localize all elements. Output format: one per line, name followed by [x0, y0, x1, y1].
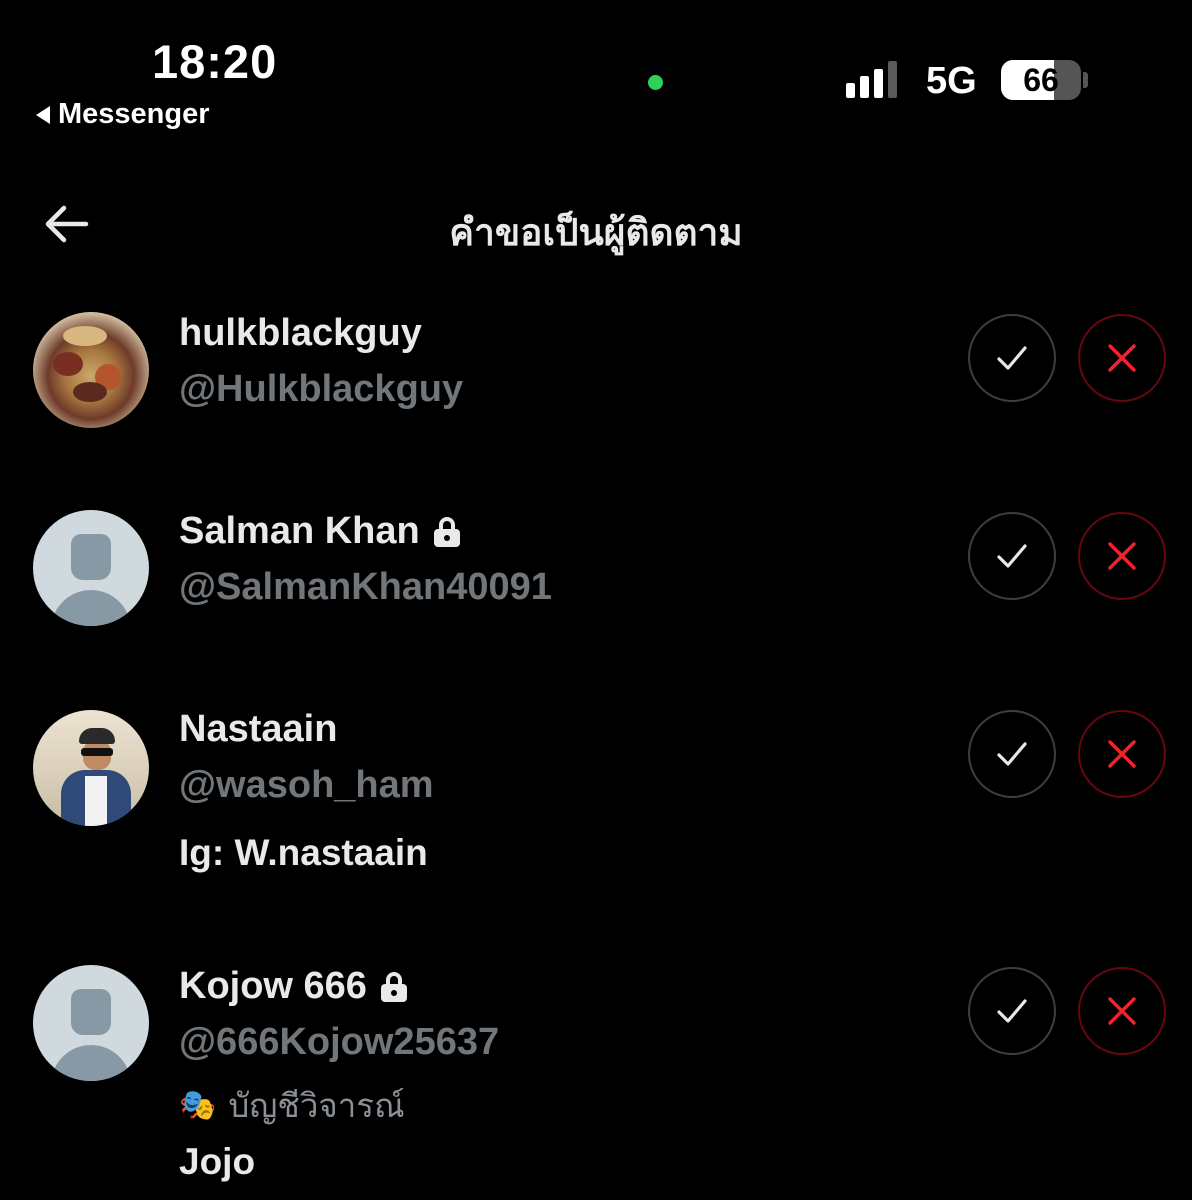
display-name[interactable]: Salman Khan	[179, 510, 460, 553]
display-name[interactable]: hulkblackguy	[179, 312, 422, 355]
avatar[interactable]	[33, 965, 149, 1081]
lock-icon	[433, 516, 460, 547]
avatar[interactable]	[33, 710, 149, 826]
avatar[interactable]	[33, 312, 149, 428]
back-triangle-icon	[36, 105, 50, 124]
battery-icon: 66	[1001, 60, 1081, 100]
decline-button[interactable]	[1078, 967, 1166, 1055]
decline-button[interactable]	[1078, 314, 1166, 402]
return-to-app-button[interactable]: Messenger	[36, 98, 210, 131]
x-icon	[1108, 542, 1136, 570]
network-type: 5G	[926, 60, 977, 102]
avatar[interactable]	[33, 510, 149, 626]
accept-button[interactable]	[968, 967, 1056, 1055]
cellular-signal-icon	[846, 61, 897, 98]
username: @SalmanKhan40091	[179, 566, 552, 608]
default-avatar-icon	[71, 534, 111, 580]
default-avatar-icon	[71, 989, 111, 1035]
x-icon	[1108, 740, 1136, 768]
battery-percent: 66	[1023, 62, 1059, 98]
battery-tip	[1083, 72, 1088, 88]
accept-button[interactable]	[968, 512, 1056, 600]
return-app-label: Messenger	[58, 98, 210, 130]
theater-mask-icon: 🎭	[179, 1088, 217, 1123]
accept-button[interactable]	[968, 710, 1056, 798]
decline-button[interactable]	[1078, 710, 1166, 798]
camera-in-use-indicator	[648, 75, 663, 90]
accept-button[interactable]	[968, 314, 1056, 402]
username: @666Kojow25637	[179, 1021, 500, 1063]
display-name[interactable]: Nastaain	[179, 708, 337, 751]
check-icon	[997, 999, 1027, 1023]
username: @wasoh_ham	[179, 764, 434, 806]
x-icon	[1108, 344, 1136, 372]
display-name[interactable]: Kojow 666	[179, 965, 407, 1008]
username: @Hulkblackguy	[179, 368, 464, 410]
check-icon	[997, 346, 1027, 370]
check-icon	[997, 544, 1027, 568]
bio: Ig: W.nastaain	[179, 832, 428, 873]
parody-account-label: 🎭 บัญชีวิจารณ์	[179, 1086, 405, 1125]
bio: Jojo	[179, 1141, 256, 1182]
page-title: คำขอเป็นผู้ติดตาม	[449, 211, 743, 254]
status-time: 18:20	[152, 35, 278, 88]
decline-button[interactable]	[1078, 512, 1166, 600]
check-icon	[997, 742, 1027, 766]
lock-icon	[380, 971, 407, 1002]
x-icon	[1108, 997, 1136, 1025]
